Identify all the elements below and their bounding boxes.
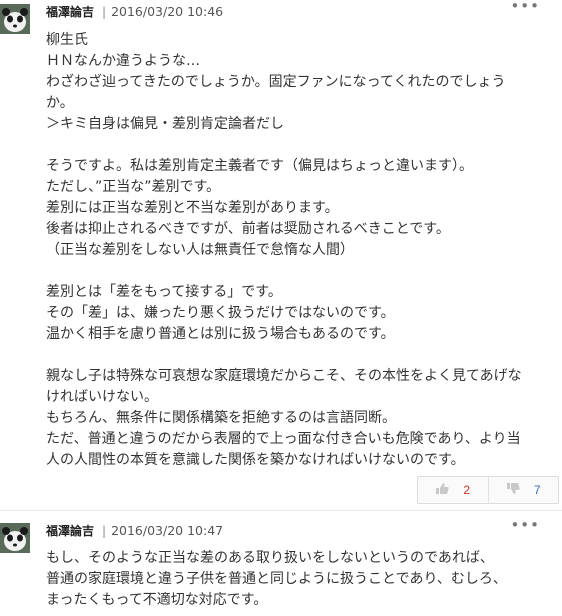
comment-header: 福澤論吉 | 2016/03/20 10:46 (46, 3, 223, 23)
more-icon[interactable]: ••• (510, 0, 540, 15)
avatar-image (0, 4, 30, 34)
avatar[interactable] (0, 4, 30, 34)
comment-line: まったくもって不適切な対応です。 (46, 592, 268, 608)
comment-line: （正当な差別をしない人は無責任で怠惰な人間） (46, 242, 354, 258)
comment-line: か。 (46, 95, 74, 111)
comment-line: 差別とは「差をもって接する」です。 (46, 284, 282, 300)
header-separator: | (102, 524, 107, 538)
comment-line: そうですよ。私は差別肯定主義者です（偏見はちょっと違います）。 (46, 158, 473, 174)
comment-line: ただし、”正当な”差別です。 (46, 179, 221, 195)
upvote-count: 2 (463, 483, 471, 497)
comment-line (46, 261, 556, 282)
comment-line: ければいけない。 (46, 389, 158, 405)
downvote-button[interactable]: 7 (487, 477, 559, 503)
comment-line: ＨＮなんか違うような… (46, 53, 200, 69)
comment-line (46, 135, 556, 156)
comment-item: 福澤論吉 | 2016/03/20 10:46 ••• 柳生氏 ＨＮなんか違うような… (0, 0, 562, 510)
comment-body: 柳生氏 ＨＮなんか違うような… わざわざ辿ってきたのでしょうか。固定ファンになっ… (46, 30, 556, 471)
comment-body: もし、そのような正当な差のある取り扱いをしないというのであれば、 普通の家庭環境… (46, 548, 556, 611)
comment-line: ただ、普通と違うのだから表層的で上っ面な付き合いも危険であり、より当 (46, 431, 521, 447)
comment-line (46, 345, 556, 366)
comment-line: 後者は抑止されるべきですが、前者は奨励されるべきことです。 (46, 221, 450, 237)
author-name[interactable]: 福澤論吉 (46, 524, 94, 538)
comment-line: 普通の家庭環境と違う子供を普通と同じように扱うことであり、むしろ、 (46, 571, 507, 587)
more-icon[interactable]: ••• (510, 516, 540, 534)
vote-box: 2 7 (417, 476, 559, 504)
header-separator: | (102, 5, 107, 19)
upvote-button[interactable]: 2 (418, 477, 488, 503)
comment-timestamp: 2016/03/20 10:46 (111, 4, 224, 19)
thumbs-down-icon (506, 482, 520, 499)
author-name[interactable]: 福澤論吉 (46, 5, 94, 19)
downvote-count: 7 (533, 483, 541, 497)
comment-line: わざわざ辿ってきたのでしょうか。固定ファンになってくれたのでしょう (46, 74, 506, 90)
thumbs-up-icon (435, 482, 450, 499)
comment-line: もし、そのような正当な差のある取り扱いをしないというのであれば、 (46, 550, 494, 566)
avatar-image (0, 523, 30, 553)
comment-line: 柳生氏 (46, 32, 88, 48)
comment-line: 人の人間性の本質を意識した関係を築かなければいけないのです。 (46, 452, 465, 468)
comment-header: 福澤論吉 | 2016/03/20 10:47 (46, 522, 223, 542)
comment-divider (0, 510, 562, 511)
comment-line: 親なし子は特殊な可哀想な家庭環境だからこそ、その本性をよく見てあげな (46, 368, 522, 384)
comment-timestamp: 2016/03/20 10:47 (111, 523, 224, 538)
comment-line: もちろん、無条件に関係構築を拒絶するのは言語同断。 (46, 410, 396, 426)
avatar[interactable] (0, 523, 30, 553)
comment-line: 温かく相手を慮り普通とは別に扱う場合もあるのです。 (46, 326, 395, 342)
comment-line: その「差」は、嫌ったり悪く扱うだけではないのです。 (46, 305, 395, 321)
comment-line: ＞キミ自身は偏見・差別肯定論者だし (46, 116, 284, 132)
comment-line: 差別には正当な差別と不当な差別があります。 (46, 200, 339, 216)
comment-item: 福澤論吉 | 2016/03/20 10:47 ••• もし、そのような正当な差のあ… (0, 514, 562, 616)
